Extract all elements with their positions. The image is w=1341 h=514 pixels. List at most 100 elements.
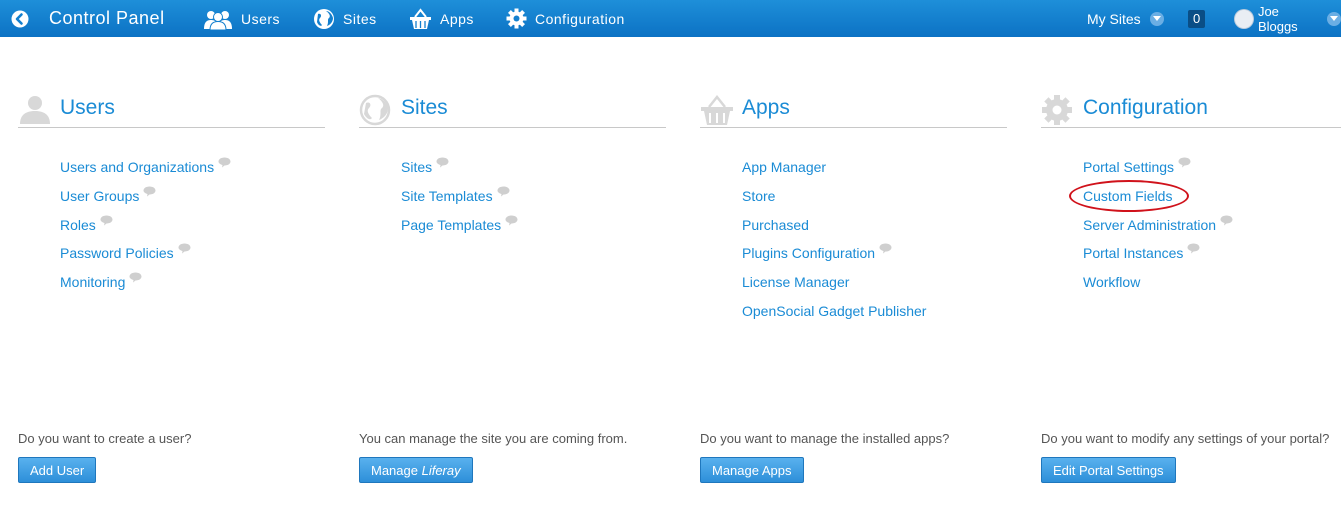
nav-sites[interactable]: Sites bbox=[313, 0, 377, 37]
help-icon[interactable] bbox=[497, 186, 510, 197]
sites-section-title: Sites bbox=[401, 96, 448, 119]
opensocial-gadget-publisher-link[interactable]: OpenSocial Gadget Publisher bbox=[742, 300, 926, 322]
configuration-links-list: Portal Settings Custom Fields Server Adm… bbox=[1083, 156, 1233, 300]
help-icon[interactable] bbox=[1178, 157, 1191, 168]
custom-fields-link[interactable]: Custom Fields bbox=[1083, 185, 1172, 207]
monitoring-link[interactable]: Monitoring bbox=[60, 271, 125, 293]
purchased-link[interactable]: Purchased bbox=[742, 214, 809, 236]
list-item: Roles bbox=[60, 214, 231, 243]
users-section-header: Users bbox=[18, 92, 325, 128]
nav-sites-label: Sites bbox=[343, 10, 377, 27]
basket-icon bbox=[410, 7, 431, 29]
apps-links-list: App Manager Store Purchased Plugins Conf… bbox=[742, 156, 926, 329]
server-administration-link[interactable]: Server Administration bbox=[1083, 214, 1216, 236]
user-menu[interactable]: Joe Bloggs bbox=[1234, 0, 1341, 37]
chevron-down-icon bbox=[1327, 11, 1341, 26]
manage-button-prefix: Manage bbox=[371, 462, 422, 478]
users-and-organizations-link[interactable]: Users and Organizations bbox=[60, 156, 214, 178]
configuration-prompt-text: Do you want to modify any settings of yo… bbox=[1041, 431, 1330, 446]
page-templates-link[interactable]: Page Templates bbox=[401, 214, 501, 236]
edit-portal-settings-button[interactable]: Edit Portal Settings bbox=[1041, 457, 1176, 483]
back-button[interactable] bbox=[11, 0, 31, 37]
configuration-section-title: Configuration bbox=[1083, 96, 1208, 119]
my-sites-menu[interactable]: My Sites bbox=[1087, 0, 1164, 37]
store-link[interactable]: Store bbox=[742, 185, 775, 207]
list-item: Monitoring bbox=[60, 271, 231, 300]
list-item: Custom Fields bbox=[1083, 185, 1233, 214]
list-item: Server Administration bbox=[1083, 214, 1233, 243]
users-icon bbox=[204, 10, 232, 30]
back-arrow-icon bbox=[11, 10, 29, 27]
avatar bbox=[1234, 8, 1254, 29]
plugins-configuration-link[interactable]: Plugins Configuration bbox=[742, 242, 875, 264]
help-icon[interactable] bbox=[178, 243, 191, 254]
portal-settings-link[interactable]: Portal Settings bbox=[1083, 156, 1174, 178]
gear-icon bbox=[506, 8, 527, 29]
list-item: License Manager bbox=[742, 271, 926, 300]
list-item: Purchased bbox=[742, 214, 926, 243]
nav-configuration-label: Configuration bbox=[535, 10, 625, 27]
help-icon[interactable] bbox=[436, 157, 449, 168]
users-prompt-text: Do you want to create a user? bbox=[18, 431, 192, 446]
sites-links-list: Sites Site Templates Page Templates bbox=[401, 156, 518, 242]
list-item: Page Templates bbox=[401, 214, 518, 243]
sites-prompt-text: You can manage the site you are coming f… bbox=[359, 431, 628, 446]
list-item: Workflow bbox=[1083, 271, 1233, 300]
list-item: Password Policies bbox=[60, 242, 231, 271]
help-icon[interactable] bbox=[1220, 215, 1233, 226]
help-icon[interactable] bbox=[100, 215, 113, 226]
user-groups-link[interactable]: User Groups bbox=[60, 185, 139, 207]
list-item: User Groups bbox=[60, 185, 231, 214]
portal-instances-link[interactable]: Portal Instances bbox=[1083, 242, 1183, 264]
license-manager-link[interactable]: License Manager bbox=[742, 271, 849, 293]
sites-section-header: Sites bbox=[359, 92, 666, 128]
password-policies-link[interactable]: Password Policies bbox=[60, 242, 174, 264]
basket-icon bbox=[701, 94, 733, 125]
list-item: Site Templates bbox=[401, 185, 518, 214]
help-icon[interactable] bbox=[879, 243, 892, 254]
configuration-section: Configuration Portal Settings Custom Fie… bbox=[1041, 92, 1341, 502]
users-section-title: Users bbox=[60, 96, 115, 119]
workflow-link[interactable]: Workflow bbox=[1083, 271, 1140, 293]
my-sites-label: My Sites bbox=[1087, 10, 1141, 27]
list-item: App Manager bbox=[742, 156, 926, 185]
site-name: Liferay bbox=[421, 462, 461, 478]
app-manager-link[interactable]: App Manager bbox=[742, 156, 826, 178]
apps-section: Apps App Manager Store Purchased Plugins… bbox=[700, 92, 1007, 502]
apps-section-title: Apps bbox=[742, 96, 790, 119]
list-item: Users and Organizations bbox=[60, 156, 231, 185]
list-item: Portal Settings bbox=[1083, 156, 1233, 185]
help-icon[interactable] bbox=[143, 186, 156, 197]
nav-users-label: Users bbox=[241, 10, 281, 27]
top-navigation-bar: Control Panel Users Sites Apps Configura… bbox=[0, 0, 1341, 37]
help-icon[interactable] bbox=[218, 157, 231, 168]
manage-apps-button[interactable]: Manage Apps bbox=[700, 457, 804, 483]
notification-count: 0 bbox=[1188, 9, 1206, 28]
users-section: Users Users and Organizations User Group… bbox=[18, 92, 325, 502]
nav-configuration[interactable]: Configuration bbox=[506, 0, 625, 37]
help-icon[interactable] bbox=[1187, 243, 1200, 254]
gear-icon bbox=[1042, 95, 1072, 125]
help-icon[interactable] bbox=[505, 215, 518, 226]
list-item: Sites bbox=[401, 156, 518, 185]
list-item: OpenSocial Gadget Publisher bbox=[742, 300, 926, 329]
list-item: Portal Instances bbox=[1083, 242, 1233, 271]
site-templates-link[interactable]: Site Templates bbox=[401, 185, 493, 207]
sites-section: Sites Sites Site Templates Page Template… bbox=[359, 92, 666, 502]
apps-prompt-text: Do you want to manage the installed apps… bbox=[700, 431, 950, 446]
add-user-button[interactable]: Add User bbox=[18, 457, 97, 483]
nav-apps-label: Apps bbox=[440, 10, 474, 27]
configuration-section-header: Configuration bbox=[1041, 92, 1341, 128]
user-name: Joe Bloggs bbox=[1257, 3, 1298, 34]
sites-link[interactable]: Sites bbox=[401, 156, 432, 178]
nav-users[interactable]: Users bbox=[203, 0, 280, 37]
nav-apps[interactable]: Apps bbox=[409, 0, 474, 37]
roles-link[interactable]: Roles bbox=[60, 214, 96, 236]
chevron-down-icon bbox=[1149, 11, 1164, 26]
manage-liferay-button[interactable]: Manage Liferay bbox=[359, 457, 473, 483]
help-icon[interactable] bbox=[129, 272, 142, 283]
list-item: Plugins Configuration bbox=[742, 242, 926, 271]
notification-count-badge[interactable]: 0 bbox=[1188, 0, 1206, 37]
control-panel-title[interactable]: Control Panel bbox=[49, 0, 165, 37]
globe-icon bbox=[359, 94, 391, 126]
